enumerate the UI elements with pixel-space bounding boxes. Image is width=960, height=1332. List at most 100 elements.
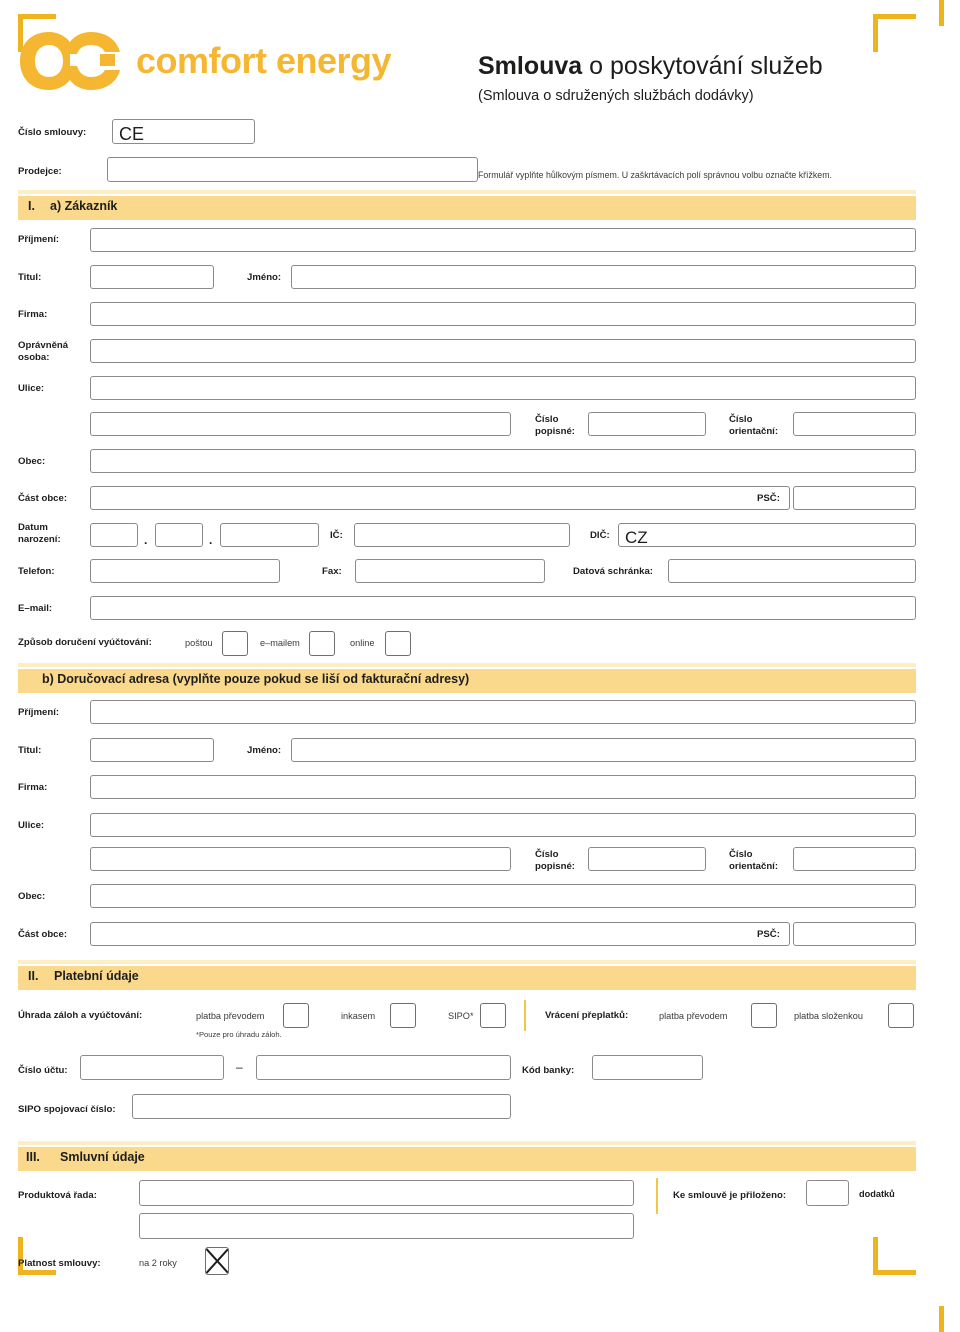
label-appendix-count: Ke smlouvě je přiloženo:: [673, 1190, 787, 1201]
checkbox-online[interactable]: [385, 631, 411, 656]
input-municipality-customer[interactable]: [90, 449, 916, 473]
contract-number-label: Číslo smlouvy:: [18, 127, 87, 138]
input-birth-month[interactable]: [155, 523, 203, 547]
checkbox-emailem[interactable]: [309, 631, 335, 656]
input-house-number-delivery[interactable]: [588, 847, 706, 871]
edge-tick-top: [939, 0, 944, 26]
label-billing-delivery: Způsob doručení vyúčtování:: [18, 637, 152, 648]
input-title-delivery[interactable]: [90, 738, 214, 762]
label-ico: IČ:: [330, 530, 343, 541]
input-firstname-delivery[interactable]: [291, 738, 916, 762]
ce-monogram-logo-icon: [20, 32, 120, 90]
form-instruction: Formulář vyplňte hůlkovým písmem. U zašk…: [478, 170, 832, 180]
label-firstname-customer: Jméno:: [247, 272, 282, 283]
label-authorized-person: Oprávněná osoba:: [18, 340, 69, 363]
option-label-platba-slozenkou: platba složenkou: [794, 1011, 863, 1021]
input-orientation-number-customer[interactable]: [793, 412, 916, 436]
label-street-delivery: Ulice:: [18, 820, 45, 831]
input-orientation-number-delivery[interactable]: [793, 847, 916, 871]
input-dic[interactable]: CZ: [618, 523, 916, 547]
checkbox-postou[interactable]: [222, 631, 248, 656]
label-product-line: Produktová řada:: [18, 1190, 97, 1201]
input-ico[interactable]: [354, 523, 570, 547]
input-municipality-delivery[interactable]: [90, 884, 916, 908]
input-product-line[interactable]: [139, 1180, 634, 1206]
label-title-delivery: Titul:: [18, 745, 42, 756]
checkbox-inkasem[interactable]: [390, 1003, 416, 1028]
option-label-emailem: e–mailem: [260, 638, 300, 648]
birth-date-separator-1: .: [144, 533, 148, 547]
option-label-platba-prevodem-refund: platba převodem: [659, 1011, 728, 1021]
checkbox-platba-prevodem-refund[interactable]: [751, 1003, 777, 1028]
input-company-customer[interactable]: [90, 302, 916, 326]
label-municipality-delivery: Obec:: [18, 891, 46, 902]
label-company-customer: Firma:: [18, 309, 48, 320]
label-phone-customer: Telefon:: [18, 566, 55, 577]
payment-divider: [524, 1000, 526, 1031]
label-title-customer: Titul:: [18, 272, 42, 283]
document-subtitle: (Smlouva o sdružených službách dodávky): [478, 88, 754, 104]
input-account-number[interactable]: [256, 1055, 511, 1080]
input-municipality-part-customer[interactable]: [90, 486, 790, 510]
input-street-customer-2[interactable]: [90, 412, 511, 436]
seller-input[interactable]: [107, 157, 478, 182]
input-appendix-count[interactable]: [806, 1180, 849, 1206]
section-1-title: a) Zákazník: [50, 199, 118, 213]
input-account-prefix[interactable]: [80, 1055, 224, 1080]
checkbox-na-2-roky[interactable]: [205, 1247, 229, 1275]
input-street-customer[interactable]: [90, 376, 916, 400]
input-data-box[interactable]: [668, 559, 916, 583]
document-title-bold: Smlouva: [478, 52, 583, 80]
label-house-number-delivery: Číslo popisné:: [535, 849, 575, 872]
input-municipality-part-delivery[interactable]: [90, 922, 790, 946]
input-product-line-2[interactable]: [139, 1213, 634, 1239]
label-surname-customer: Příjmení:: [18, 234, 60, 245]
input-birth-day[interactable]: [90, 523, 138, 547]
input-postal-code-customer[interactable]: [793, 486, 916, 510]
input-company-delivery[interactable]: [90, 775, 916, 799]
label-orientation-number-customer: Číslo orientační:: [729, 414, 779, 437]
input-authorized-person[interactable]: [90, 339, 916, 363]
input-title-customer[interactable]: [90, 265, 214, 289]
input-firstname-customer[interactable]: [291, 265, 916, 289]
input-sipo-number[interactable]: [132, 1094, 511, 1119]
brand-name: comfort energy: [136, 40, 392, 81]
input-surname-delivery[interactable]: [90, 700, 916, 724]
input-fax-customer[interactable]: [355, 559, 545, 583]
label-sipo-number: SIPO spojovací číslo:: [18, 1104, 116, 1115]
section-3-number: III.: [26, 1150, 40, 1164]
checkbox-platba-slozenkou[interactable]: [888, 1003, 914, 1028]
label-birth-date: Datum narození:: [18, 522, 61, 545]
label-postal-code-customer: PSČ:: [757, 493, 780, 504]
label-appendix-suffix: dodatků: [859, 1189, 895, 1199]
label-payment-method: Úhrada záloh a vyúčtování:: [18, 1010, 143, 1021]
input-street-delivery-2[interactable]: [90, 847, 511, 871]
input-email-customer[interactable]: [90, 596, 916, 620]
input-postal-code-delivery[interactable]: [793, 922, 916, 946]
section-2-number: II.: [28, 969, 39, 983]
checkbox-platba-prevodem-payment[interactable]: [283, 1003, 309, 1028]
section-3-divider: [656, 1178, 658, 1214]
option-label-na-2-roky: na 2 roky: [139, 1258, 177, 1268]
contract-form-page: comfort energy Smlouva o poskytování slu…: [0, 0, 960, 1332]
label-company-delivery: Firma:: [18, 782, 48, 793]
section-2-title: Platební údaje: [54, 969, 139, 983]
label-validity: Platnost smlouvy:: [18, 1258, 101, 1269]
label-house-number-customer: Číslo popisné:: [535, 414, 575, 437]
checkbox-sipo[interactable]: [480, 1003, 506, 1028]
payment-footnote: *Pouze pro úhradu záloh.: [196, 1030, 282, 1039]
label-municipality-part-delivery: Část obce:: [18, 929, 68, 940]
input-street-delivery[interactable]: [90, 813, 916, 837]
contract-number-input[interactable]: CE: [112, 119, 255, 144]
input-phone-customer[interactable]: [90, 559, 280, 583]
input-bank-code[interactable]: [592, 1055, 703, 1080]
label-refund: Vrácení přeplatků:: [545, 1010, 629, 1021]
option-label-sipo: SIPO*: [448, 1011, 474, 1021]
option-label-postou: poštou: [185, 638, 213, 648]
label-orientation-number-delivery: Číslo orientační:: [729, 849, 779, 872]
input-surname-customer[interactable]: [90, 228, 916, 252]
option-label-online: online: [350, 638, 375, 648]
label-bank-code: Kód banky:: [522, 1065, 575, 1076]
input-house-number-customer[interactable]: [588, 412, 706, 436]
input-birth-year[interactable]: [220, 523, 319, 547]
